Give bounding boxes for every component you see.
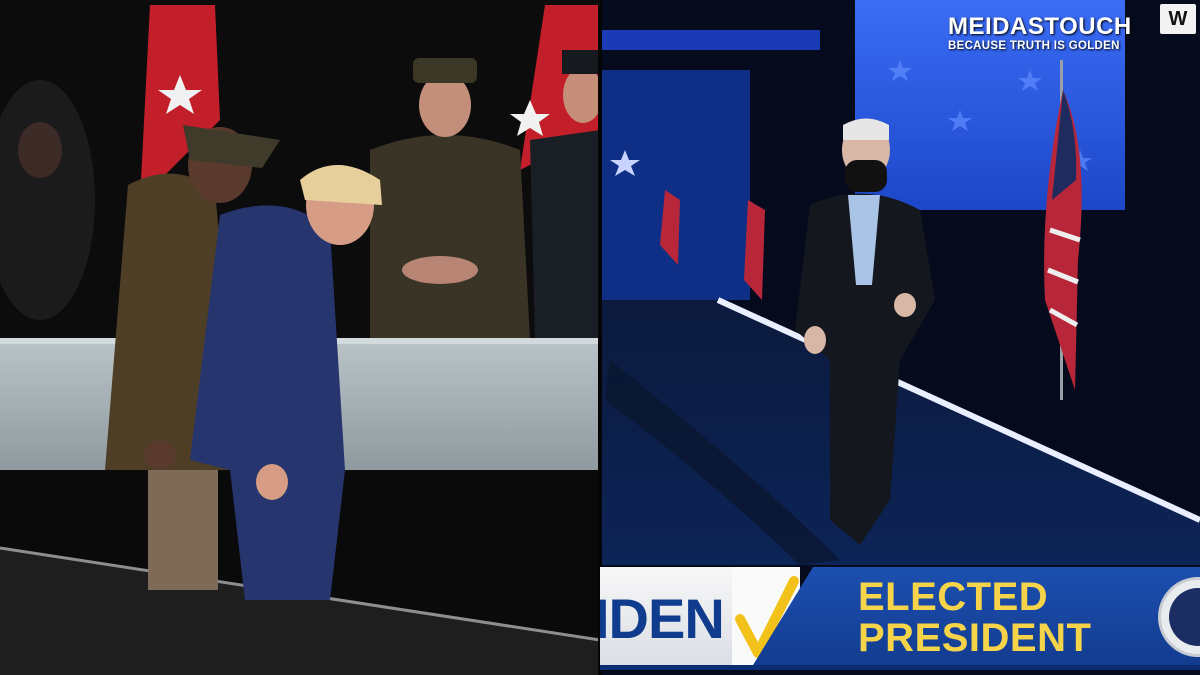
headline-line-2: PRESIDENT — [858, 616, 1092, 660]
soldier-center — [370, 135, 530, 340]
headline-line-1: ELECTED — [858, 575, 1049, 619]
chyron-headline: ELECTED PRESIDENT — [858, 577, 1148, 659]
news-chyron: IDEN ELECTED PRESIDENT — [600, 567, 1200, 670]
chyron-bottom-strip — [600, 665, 1200, 670]
left-scene — [0, 0, 603, 675]
watermark-subtitle: BECAUSE TRUTH IS GOLDEN — [948, 40, 1120, 52]
corner-logo-badge: W — [1160, 4, 1196, 34]
